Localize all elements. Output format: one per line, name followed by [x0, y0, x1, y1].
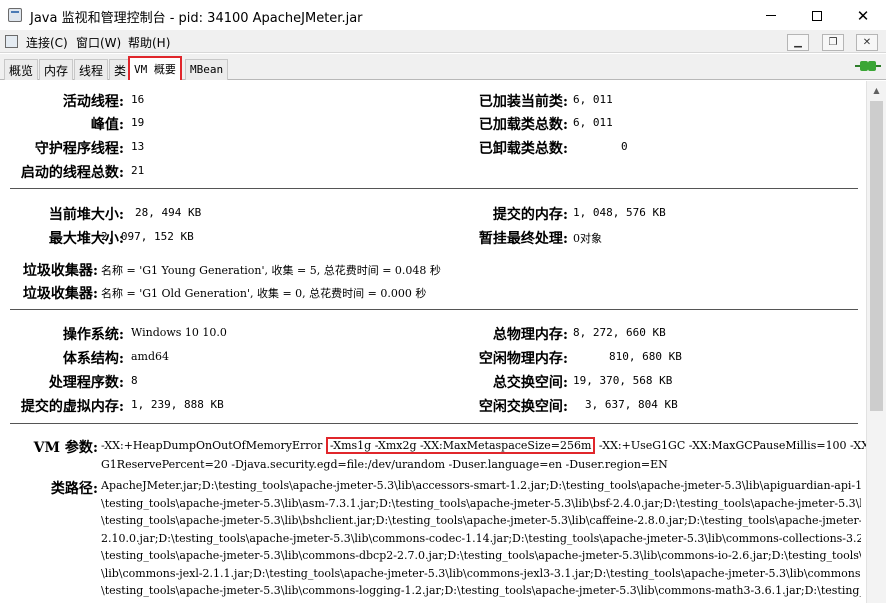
physical-memory-value: 8, 272, 660 KB	[573, 326, 666, 339]
tab-bar: 概览 内存 线程 类 VM 概要 MBean	[0, 54, 886, 80]
tab-threads[interactable]: 线程	[74, 59, 109, 80]
os-value: Windows 10 10.0	[131, 326, 227, 339]
committed-memory-value: 1, 048, 576 KB	[573, 206, 666, 219]
pending-finalization-label: 暂挂最终处理:	[478, 231, 568, 247]
total-classes-value: 6, 011	[573, 116, 613, 129]
unloaded-classes-value: 0	[621, 140, 628, 153]
vm-args-label: VM 参数:	[33, 440, 98, 456]
tab-overview[interactable]: 概览	[4, 59, 39, 80]
window-title: Java 监视和管理控制台 - pid: 34100 ApacheJMeter.…	[30, 11, 363, 26]
free-physical-memory-label: 空闲物理内存:	[478, 351, 568, 367]
classpath-line: \testing_tools\apache-jmeter-5.3\lib\com…	[101, 549, 861, 562]
gc-old-value: 名称 = 'G1 Old Generation', 收集 = 0, 总花费时间 …	[101, 287, 427, 300]
scroll-thumb[interactable]	[870, 101, 883, 411]
menu-connection[interactable]: 连接(C)	[26, 34, 68, 51]
vm-args-prefix: -XX:+HeapDumpOnOutOfMemoryError	[101, 439, 326, 452]
processors-value: 8	[131, 374, 138, 387]
document-icon	[5, 35, 18, 48]
tab-mbean[interactable]: MBean	[185, 59, 229, 80]
vm-args-line2: G1ReservePercent=20 -Djava.security.egd=…	[101, 458, 668, 471]
inner-minimize-button[interactable]: ▁	[787, 34, 809, 51]
classpath-line: ApacheJMeter.jar;D:\testing_tools\apache…	[101, 479, 861, 492]
menu-bar: 连接(C) 窗口(W) 帮助(H) ▁ ❐ ✕	[0, 31, 886, 53]
close-button[interactable]: ✕	[840, 0, 886, 31]
loaded-classes-value: 6, 011	[573, 93, 613, 106]
vm-args-suffix: -XX:+UseG1GC -XX:MaxGCPauseMillis=100 -X…	[595, 439, 866, 452]
started-threads-value: 21	[131, 164, 145, 177]
close-icon: ✕	[862, 37, 872, 48]
tab-vm-summary[interactable]: VM 概要	[128, 56, 182, 80]
arch-value: amd64	[131, 350, 170, 363]
minimize-icon	[766, 15, 776, 16]
virtual-memory-value: 1, 239, 888 KB	[131, 398, 224, 411]
heap-size-value: 28, 494 KB	[135, 206, 202, 219]
free-swap-space-value: 3, 637, 804 KB	[585, 398, 678, 411]
live-threads-value: 16	[131, 93, 145, 106]
swap-space-label: 总交换空间:	[492, 375, 568, 391]
classpath-line: \testing_tools\apache-jmeter-5.3\lib\bsh…	[101, 514, 861, 527]
tab-memory[interactable]: 内存	[39, 59, 74, 80]
gc-young-value: 名称 = 'G1 Young Generation', 收集 = 5, 总花费时…	[101, 264, 441, 277]
maximize-button[interactable]	[794, 0, 840, 31]
separator	[10, 309, 858, 310]
classpath-line: \lib\commons-jexl-2.1.1.jar;D:\testing_t…	[101, 566, 861, 580]
free-physical-memory-value: 810, 680 KB	[609, 350, 682, 363]
inner-close-button[interactable]: ✕	[856, 34, 878, 51]
java-app-icon	[8, 8, 22, 22]
maximize-icon	[812, 10, 822, 21]
heap-size-label: 当前堆大小:	[48, 207, 124, 223]
close-icon: ✕	[856, 6, 870, 25]
vertical-scrollbar[interactable]: ▲	[866, 81, 886, 603]
scroll-up-arrow-icon[interactable]: ▲	[867, 81, 886, 99]
inner-restore-button[interactable]: ❐	[822, 34, 844, 51]
classpath-value: ApacheJMeter.jar;D:\testing_tools\apache…	[101, 477, 861, 600]
menu-window[interactable]: 窗口(W)	[76, 34, 121, 51]
free-swap-space-label: 空闲交换空间:	[478, 399, 568, 415]
gc-young-label: 垃圾收集器:	[22, 263, 98, 279]
swap-space-value: 19, 370, 568 KB	[573, 374, 673, 387]
max-heap-value: 2, 097, 152 KB	[101, 230, 194, 243]
daemon-threads-value: 13	[131, 140, 145, 153]
vm-summary-panel: 活动线程: 16 峰值: 19 守护程序线程: 13 启动的线程总数: 21 已…	[0, 81, 866, 603]
separator	[10, 423, 858, 424]
started-threads-label: 启动的线程总数:	[20, 165, 124, 181]
committed-memory-label: 提交的内存:	[492, 207, 568, 223]
peak-threads-value: 19	[131, 116, 145, 129]
minimize-icon: ▁	[794, 37, 802, 48]
classpath-line: \testing_tools\apache-jmeter-5.3\lib\asm…	[101, 496, 861, 510]
vm-args-highlight: -Xms1g -Xmx2g -XX:MaxMetaspaceSize=256m	[325, 437, 596, 454]
classpath-line: 2.10.0.jar;D:\testing_tools\apache-jmete…	[101, 531, 861, 545]
os-label: 操作系统:	[62, 327, 124, 343]
arch-label: 体系结构:	[62, 351, 124, 367]
connection-plug-icon[interactable]	[855, 59, 881, 73]
restore-icon: ❐	[828, 37, 838, 48]
pending-finalization-value: 0对象	[573, 232, 602, 245]
classpath-line: \testing_tools\apache-jmeter-5.3\lib\com…	[101, 584, 861, 597]
gc-old-label: 垃圾收集器:	[22, 286, 98, 302]
loaded-classes-label: 已加装当前类:	[478, 94, 568, 110]
daemon-threads-label: 守护程序线程:	[34, 141, 124, 157]
processors-label: 处理程序数:	[48, 375, 124, 391]
vm-args-value: -XX:+HeapDumpOnOutOfMemoryError -Xms1g -…	[101, 436, 866, 474]
unloaded-classes-label: 已卸载类总数:	[478, 141, 568, 157]
classpath-label: 类路径:	[50, 481, 98, 497]
separator	[10, 188, 858, 189]
title-bar: Java 监视和管理控制台 - pid: 34100 ApacheJMeter.…	[0, 0, 886, 31]
physical-memory-label: 总物理内存:	[492, 327, 568, 343]
total-classes-label: 已加载类总数:	[478, 117, 568, 133]
minimize-button[interactable]	[748, 0, 794, 31]
menu-help[interactable]: 帮助(H)	[128, 34, 170, 51]
virtual-memory-label: 提交的虚拟内存:	[20, 399, 124, 415]
live-threads-label: 活动线程:	[62, 94, 124, 110]
peak-threads-label: 峰值:	[90, 117, 124, 133]
